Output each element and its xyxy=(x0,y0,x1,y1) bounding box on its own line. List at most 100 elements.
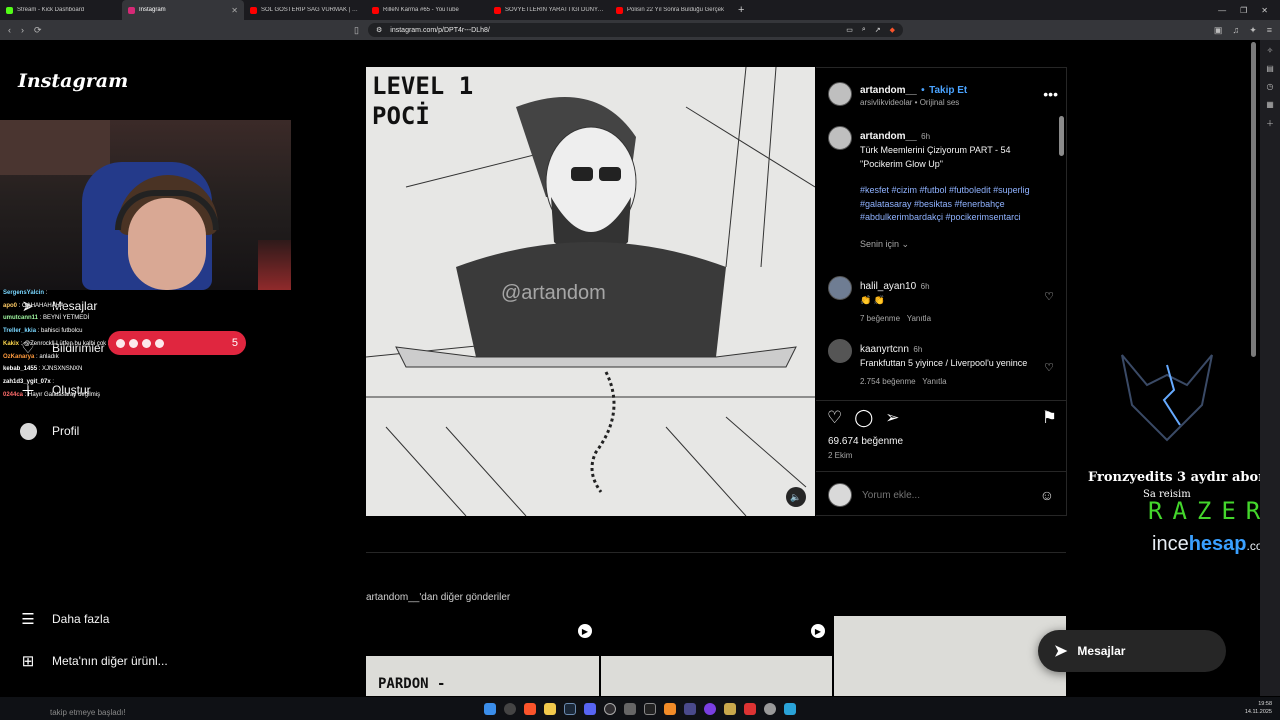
tab-youtube-1[interactable]: SOL GÖSTERİP SAĞ VURMAK | Sözlü xyxy=(244,0,366,20)
scroll-thumb[interactable] xyxy=(1059,116,1064,156)
close-window-icon[interactable]: ✕ xyxy=(1261,6,1268,15)
tab-instagram[interactable]: Instagram ✕ xyxy=(122,0,244,20)
sidepanel-notes-icon[interactable]: ▦ xyxy=(1266,100,1274,109)
comments-scrollbar[interactable] xyxy=(1059,116,1064,398)
search-icon[interactable] xyxy=(504,702,516,715)
tab-kick[interactable]: Stream - Kick Dashboard xyxy=(0,0,122,20)
like-icon[interactable]: ♡ xyxy=(827,408,842,428)
emoji-icon[interactable]: ☺ xyxy=(1040,487,1054,503)
tab-label: RilleN Karma #65 - YouTube xyxy=(383,7,459,13)
restore-icon[interactable]: ❐ xyxy=(1240,6,1247,15)
thumb-paper xyxy=(601,656,832,696)
commenter-name[interactable]: kaanyrtcnn xyxy=(860,344,909,355)
app-icon[interactable] xyxy=(724,702,736,715)
menu-icon[interactable]: ≡ xyxy=(1267,25,1272,35)
sidepanel-add-icon[interactable]: ＋ xyxy=(1266,118,1274,129)
more-post-thumb[interactable]: PARDON - ▶ xyxy=(366,616,599,696)
system-clock[interactable]: 19:58 14.11.2025 xyxy=(1245,700,1272,716)
tab-youtube-3[interactable]: SOVYETLERİN YARATTIĞI DÜNYANIN xyxy=(488,0,610,20)
back-icon[interactable]: ‹ xyxy=(8,25,11,35)
comment-likes[interactable]: 2.754 beğenme xyxy=(860,377,916,386)
obs-icon[interactable] xyxy=(604,702,616,715)
comment-likes[interactable]: 7 beğenme xyxy=(860,314,900,323)
site-info-icon[interactable]: ⚙ xyxy=(376,26,382,34)
tab-youtube-4[interactable]: Polisin 22 Yıl Sonra Bulduğu Gerçek xyxy=(610,0,732,20)
commenter-avatar[interactable] xyxy=(828,339,852,363)
more-options-icon[interactable]: ••• xyxy=(1043,86,1058,102)
windows-start-icon[interactable] xyxy=(484,702,496,715)
tab-youtube-2[interactable]: RilleN Karma #65 - YouTube xyxy=(366,0,488,20)
app-icon[interactable] xyxy=(764,702,776,715)
taskbar: 19:58 14.11.2025 xyxy=(0,697,1280,720)
heart-icon[interactable]: ♡ xyxy=(1044,361,1054,386)
minimize-icon[interactable]: — xyxy=(1218,6,1226,15)
forward-icon[interactable]: › xyxy=(21,25,24,35)
music-icon[interactable]: ♫ xyxy=(1232,25,1239,35)
sidepanel-ai-icon[interactable]: ✧ xyxy=(1267,46,1274,55)
vlc-icon[interactable] xyxy=(664,702,676,715)
for-you-label[interactable]: Senin için ⌄ xyxy=(860,239,1054,250)
author-name[interactable]: artandom__ xyxy=(860,85,917,96)
app-icon[interactable] xyxy=(784,702,796,715)
reload-icon[interactable]: ⟳ xyxy=(34,25,42,36)
author-avatar[interactable] xyxy=(828,81,852,106)
sidepanel-history-icon[interactable]: ◷ xyxy=(1267,82,1274,91)
sidebar-item-label: Profil xyxy=(52,424,80,438)
more-posts-title[interactable]: artandom__'dan diğer gönderiler xyxy=(366,592,510,603)
steam-icon[interactable] xyxy=(564,702,576,715)
cast-icon[interactable]: ▭ xyxy=(846,26,853,34)
sidebar-item-more[interactable]: ☰ Daha fazla xyxy=(18,610,109,628)
reply-button[interactable]: Yanıtla xyxy=(922,377,946,386)
instagram-logo[interactable]: Instagram xyxy=(18,70,128,92)
commenter-name[interactable]: halil_ayan10 xyxy=(860,281,916,292)
chat-text: bahisci futbolcu xyxy=(41,328,83,335)
shield-icon[interactable]: ◆ xyxy=(890,26,895,34)
chat-user: Treller_kkia xyxy=(3,328,37,335)
discord-icon[interactable] xyxy=(584,702,596,715)
audio-info[interactable]: arsivlikvideolar • Orijinal ses xyxy=(860,98,967,107)
avatar-image xyxy=(19,422,37,440)
extensions-icon[interactable]: ✦ xyxy=(1249,25,1257,36)
messages-label: Mesajlar xyxy=(1077,644,1126,658)
page-scrollbar[interactable] xyxy=(1251,42,1256,692)
caption-hashtags[interactable]: #kesfet #cizim #futbol #futboledit #supe… xyxy=(860,184,1054,225)
heart-icon[interactable]: ♡ xyxy=(1044,290,1054,323)
mute-button[interactable]: 🔈 xyxy=(786,487,806,507)
zoom-icon[interactable]: ⌕ xyxy=(862,26,866,34)
messages-button[interactable]: ➤ Mesajlar xyxy=(1038,630,1226,672)
chat-user: Kakix xyxy=(3,340,20,347)
wallet-icon[interactable]: ▣ xyxy=(1214,25,1223,36)
comment-input[interactable] xyxy=(862,489,1030,501)
sidebar-item-meta[interactable]: ⊞ Meta'nın diğer ürünl... xyxy=(18,652,168,670)
notification-popup[interactable]: 5 xyxy=(108,331,246,355)
more-post-thumb[interactable]: ▶ xyxy=(601,616,832,696)
post-caption: artandom__ 6h Türk Meemlerini Çiziyorum … xyxy=(828,126,1054,250)
share-icon[interactable]: ↗ xyxy=(875,26,881,34)
follow-button[interactable]: Takip Et xyxy=(929,85,967,96)
app-icon[interactable] xyxy=(744,702,756,715)
post-image[interactable]: LEVEL 1 POCİ @artandom 🔈 xyxy=(366,67,815,516)
reply-button[interactable]: Yanıtla xyxy=(907,314,931,323)
more-post-thumb[interactable] xyxy=(834,616,1066,696)
app-icon[interactable] xyxy=(684,702,696,715)
sidebar-item-profile[interactable]: Profil xyxy=(18,422,79,440)
author-name[interactable]: artandom__ xyxy=(860,131,917,142)
commenter-avatar[interactable] xyxy=(828,276,852,300)
brave-icon[interactable] xyxy=(524,702,536,715)
folder-icon[interactable] xyxy=(544,702,556,715)
comment-icon[interactable]: ◯ xyxy=(854,408,873,428)
author-avatar[interactable] xyxy=(828,126,852,150)
app-icon[interactable] xyxy=(644,702,656,715)
instagram-favicon-icon xyxy=(128,6,135,14)
save-icon[interactable]: ⚑ xyxy=(1042,408,1057,428)
sidepanel-bookmarks-icon[interactable]: ▤ xyxy=(1266,64,1274,73)
new-tab-button[interactable]: + xyxy=(732,0,750,20)
bookmark-icon[interactable]: ▯ xyxy=(354,25,359,36)
page-scroll-thumb[interactable] xyxy=(1251,42,1256,357)
share-icon[interactable]: ➢ xyxy=(885,408,899,428)
address-bar[interactable]: ⚙ instagram.com/p/DPT4r---DLh8/ ▭ ⌕ ↗ ◆ xyxy=(368,23,903,37)
app-icon[interactable] xyxy=(704,702,716,715)
like-count[interactable]: 69.674 beğenme xyxy=(828,436,903,447)
close-tab-icon[interactable]: ✕ xyxy=(231,6,238,15)
settings-icon[interactable] xyxy=(624,702,636,715)
